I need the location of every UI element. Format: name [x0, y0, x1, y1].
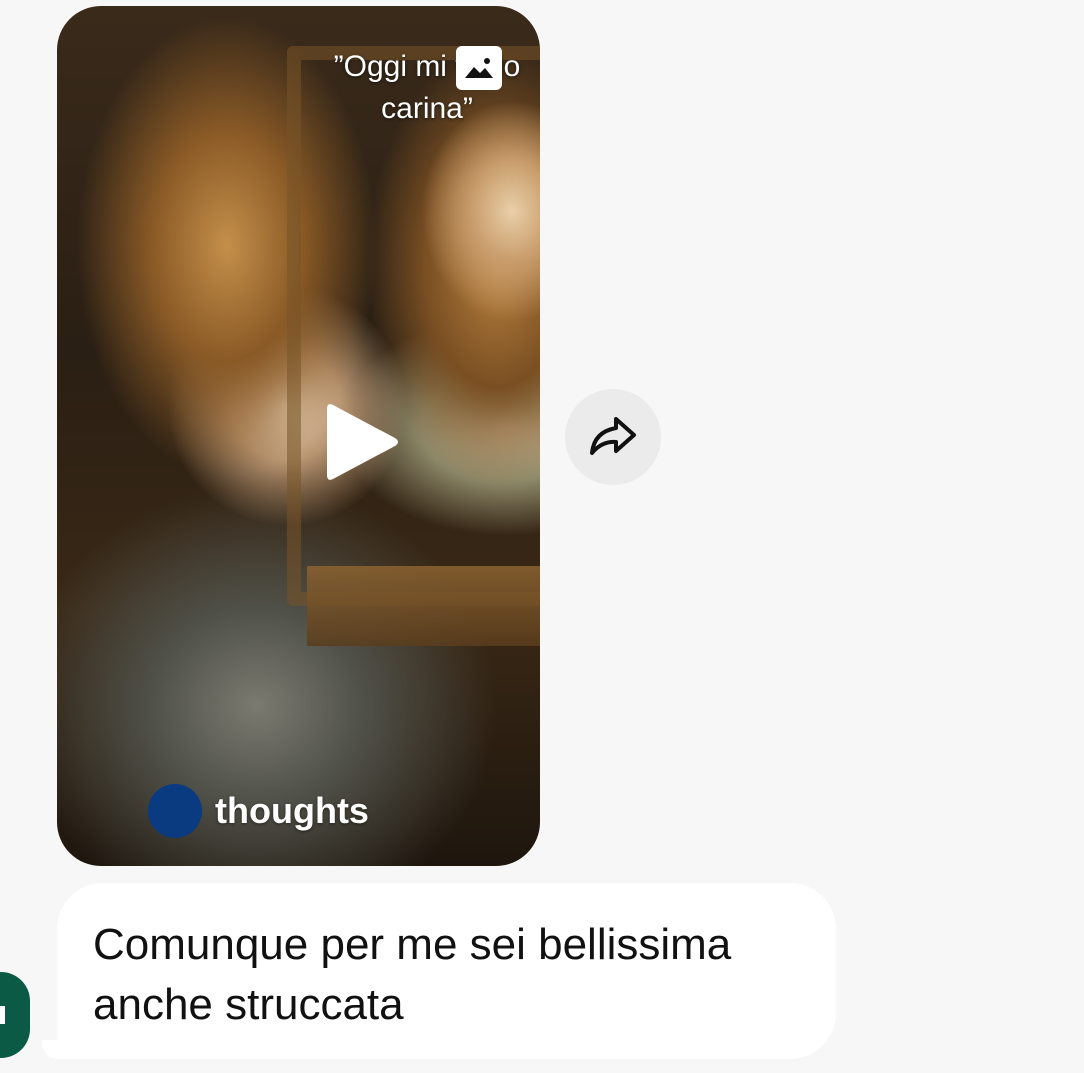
share-button[interactable]: [565, 389, 661, 485]
image-icon: [456, 46, 502, 90]
reel-caption-line2: carina”: [381, 92, 473, 125]
reel-author[interactable]: thoughts: [148, 784, 369, 838]
vanity-table-art: [307, 566, 540, 646]
message-line1: Comunque per me sei bellissima: [93, 920, 732, 969]
message-bubble[interactable]: Comunque per me sei bellissima anche str…: [57, 883, 836, 1059]
author-avatar: [148, 784, 202, 838]
reel-caption: ”Oggi mi vedo carina”: [297, 46, 540, 130]
mirror-frame-art: [287, 46, 540, 606]
share-arrow-icon: [590, 417, 636, 455]
message-line2: anche struccata: [93, 980, 404, 1029]
author-name: thoughts: [215, 790, 369, 831]
reel-caption-line1: ”Oggi mi vedo: [333, 50, 521, 83]
play-icon[interactable]: [323, 399, 401, 485]
sender-avatar[interactable]: [0, 972, 30, 1058]
shared-reel-card[interactable]: ”Oggi mi vedo carina” thoughts: [57, 6, 540, 866]
